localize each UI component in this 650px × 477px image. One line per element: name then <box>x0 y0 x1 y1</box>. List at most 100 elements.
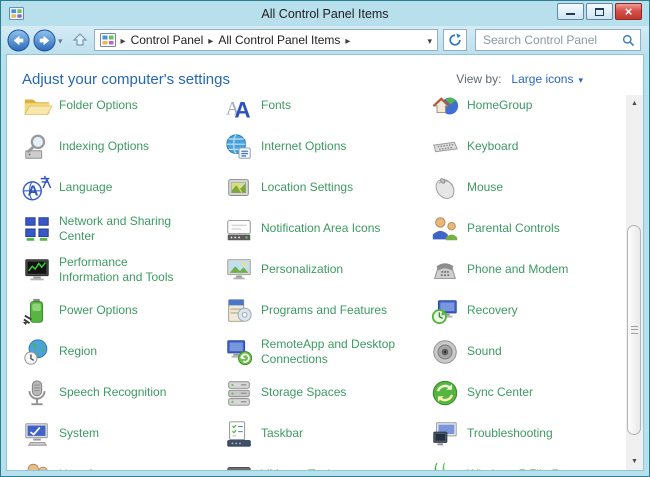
breadcrumb-chevron-icon[interactable] <box>342 33 353 47</box>
item-label: VMware Tools <box>261 467 336 470</box>
control-panel-item[interactable]: Storage Spaces <box>224 372 430 413</box>
refresh-button[interactable] <box>443 29 467 51</box>
control-panel-item[interactable]: Folder Options <box>22 95 224 126</box>
notification-area-icons-icon <box>224 214 254 244</box>
item-label: Fonts <box>261 98 292 112</box>
taskbar-icon <box>224 419 254 449</box>
control-panel-item[interactable]: Sync Center <box>430 372 626 413</box>
storage-spaces-icon <box>224 378 254 408</box>
phone-and-modem-icon <box>430 255 460 285</box>
page-title: Adjust your computer's settings <box>22 70 230 88</box>
item-label: Troubleshooting <box>467 426 553 440</box>
control-panel-item[interactable]: Region <box>22 331 224 372</box>
item-label: Power Options <box>59 303 138 317</box>
control-panel-item[interactable]: Phone and Modem <box>430 249 626 290</box>
maximize-icon <box>595 7 604 16</box>
history-dropdown-icon[interactable] <box>58 31 63 49</box>
control-panel-item[interactable]: A Language <box>22 167 224 208</box>
control-panel-item[interactable]: Windows 7 File Recovery <box>430 454 626 470</box>
item-label: Indexing Options <box>59 139 150 153</box>
mouse-icon <box>430 173 460 203</box>
power-options-icon <box>22 296 52 326</box>
sync-center-icon <box>430 378 460 408</box>
control-panel-item[interactable]: HomeGroup <box>430 95 626 126</box>
scroll-up-button[interactable] <box>626 95 643 112</box>
item-label: Sound <box>467 344 502 358</box>
navigation-bar: Control Panel All Control Panel Items <box>1 26 649 54</box>
scroll-down-button[interactable] <box>626 453 643 470</box>
back-button[interactable] <box>7 28 30 52</box>
vmware-tools-icon: vm <box>224 460 254 470</box>
control-panel-item[interactable]: System <box>22 413 224 454</box>
speech-recognition-icon <box>22 378 52 408</box>
item-label: Performance Information and Tools <box>59 254 174 284</box>
programs-and-features-icon <box>224 296 254 326</box>
control-panel-item[interactable]: Mouse <box>430 167 626 208</box>
control-panel-item[interactable]: Indexing Options <box>22 126 224 167</box>
control-panel-item[interactable]: Performance Information and Tools <box>22 249 224 290</box>
breadcrumb-chevron-icon[interactable] <box>205 33 216 47</box>
item-label: Personalization <box>261 262 344 276</box>
breadcrumb-item-all-control-panel-items[interactable]: All Control Panel Items <box>216 33 342 47</box>
search-input[interactable] <box>481 32 622 48</box>
scroll-thumb[interactable] <box>627 225 641 435</box>
item-label: HomeGroup <box>467 98 533 112</box>
sound-icon <box>430 337 460 367</box>
control-panel-item[interactable]: Power Options <box>22 290 224 331</box>
items-grid: Folder Options A A Fonts HomeGroup Indexing O… <box>7 95 626 470</box>
item-label: Keyboard <box>467 139 519 153</box>
minimize-button[interactable] <box>557 3 584 20</box>
control-panel-item[interactable]: Speech Recognition <box>22 372 224 413</box>
forward-button[interactable] <box>33 28 56 52</box>
close-button[interactable] <box>615 3 642 20</box>
item-label: Notification Area Icons <box>261 221 381 235</box>
title-bar: All Control Panel Items <box>1 1 649 26</box>
item-label: Recovery <box>467 303 518 317</box>
control-panel-item[interactable]: Network and Sharing Center <box>22 208 224 249</box>
item-label: Storage Spaces <box>261 385 347 399</box>
internet-options-icon <box>224 132 254 162</box>
control-panel-item[interactable]: vm VMware Tools <box>224 454 430 470</box>
windows-7-file-recovery-icon <box>430 460 460 470</box>
search-icon[interactable] <box>622 34 635 47</box>
breadcrumb-location-icon <box>99 33 116 47</box>
item-label: Internet Options <box>261 139 347 153</box>
control-panel-item[interactable]: RemoteApp and Desktop Connections <box>224 331 430 372</box>
page-header: Adjust your computer's settings View by:… <box>7 55 643 99</box>
control-panel-item[interactable]: Personalization <box>224 249 430 290</box>
breadcrumb-chevron-icon[interactable] <box>118 33 129 47</box>
address-dropdown-icon[interactable] <box>427 33 432 47</box>
control-panel-item[interactable]: Sound <box>430 331 626 372</box>
view-by-label: View by: <box>456 72 502 86</box>
recovery-icon <box>430 296 460 326</box>
control-panel-item[interactable]: A A Fonts <box>224 95 430 126</box>
item-label: Taskbar <box>261 426 304 440</box>
control-panel-item[interactable]: Recovery <box>430 290 626 331</box>
item-label: Programs and Features <box>261 303 388 317</box>
refresh-icon <box>449 33 461 46</box>
vertical-scrollbar[interactable] <box>626 95 643 470</box>
up-button[interactable] <box>71 31 89 49</box>
performance-information-icon <box>22 255 52 285</box>
control-panel-item[interactable]: User Accounts <box>22 454 224 470</box>
control-panel-item[interactable]: Taskbar <box>224 413 430 454</box>
close-icon <box>625 3 633 21</box>
control-panel-item[interactable]: Troubleshooting <box>430 413 626 454</box>
svg-text:A: A <box>28 182 39 199</box>
control-panel-item[interactable]: Location Settings <box>224 167 430 208</box>
control-panel-item[interactable]: Keyboard <box>430 126 626 167</box>
view-by-dropdown[interactable]: Large icons <box>511 72 583 86</box>
scroll-grip-icon <box>630 326 638 334</box>
control-panel-item[interactable]: Parental Controls <box>430 208 626 249</box>
control-panel-item[interactable]: Internet Options <box>224 126 430 167</box>
breadcrumb-item-control-panel[interactable]: Control Panel <box>129 33 206 47</box>
item-label: Windows 7 File Recovery <box>467 467 602 470</box>
language-icon: A <box>22 173 52 203</box>
location-settings-icon <box>224 173 254 203</box>
homegroup-icon <box>430 95 460 121</box>
control-panel-item[interactable]: Programs and Features <box>224 290 430 331</box>
item-label: Phone and Modem <box>467 262 569 276</box>
control-panel-item[interactable]: Notification Area Icons <box>224 208 430 249</box>
maximize-button[interactable] <box>586 3 613 20</box>
chevron-down-icon <box>578 72 583 86</box>
